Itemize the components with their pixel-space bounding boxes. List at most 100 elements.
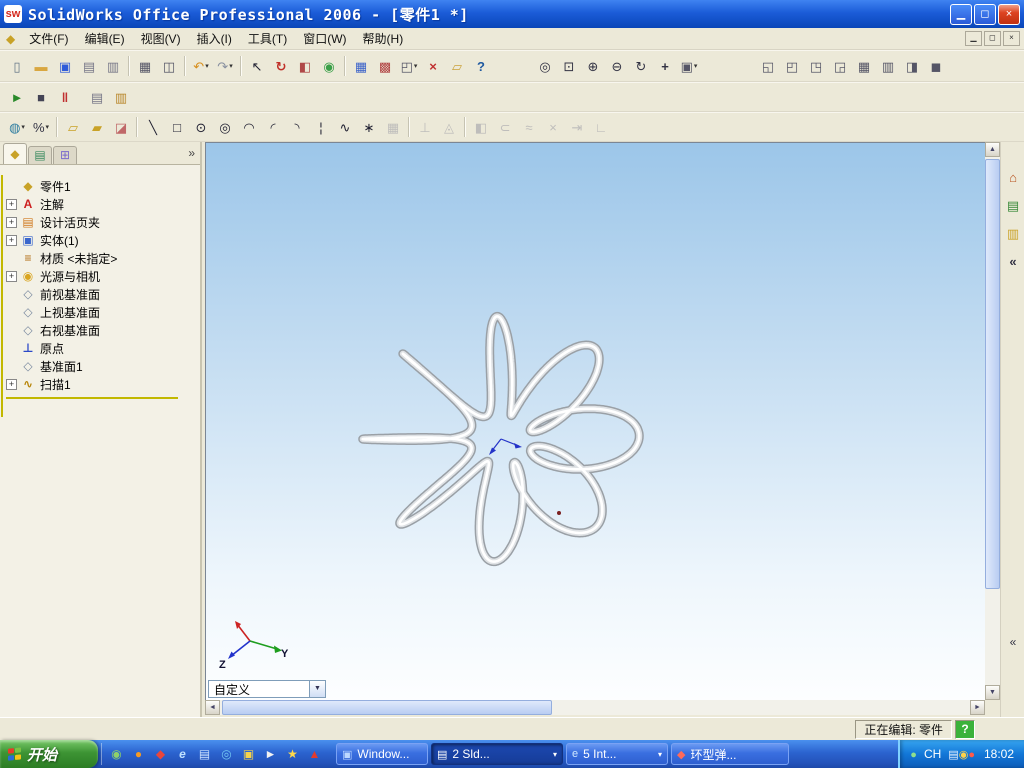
close-all-icon[interactable]: ▥ <box>876 55 900 77</box>
sketch-icon[interactable]: ◍ ▾ <box>5 116 29 138</box>
tray-input-icon[interactable]: ▤ <box>948 749 958 761</box>
tree-expander-icon[interactable]: + <box>6 198 17 210</box>
spline-tool-icon[interactable]: ∿ <box>333 116 357 138</box>
tile-horizontal-icon[interactable]: ◰ <box>780 55 804 77</box>
propertymanager-tab[interactable]: ▤ <box>28 146 52 164</box>
make-drawing-icon[interactable]: ▤ <box>77 55 101 77</box>
taskbar-task[interactable]: ▣ Window... <box>336 743 428 765</box>
smart-dimension-icon[interactable]: % ▾ <box>29 116 53 138</box>
tree-item[interactable]: ⊥ 原点 <box>6 339 198 357</box>
quick-launch-media-icon[interactable]: ● <box>131 746 146 762</box>
save-icon[interactable]: ▣ <box>53 55 77 77</box>
mdi-restore-button[interactable]: ◻ <box>984 31 1001 46</box>
centerpoint-arc-icon[interactable]: ◠ <box>237 116 261 138</box>
bottom-collapse-chevron-icon[interactable]: « <box>1001 635 1024 649</box>
tray-security-icon[interactable]: ● <box>968 749 975 761</box>
quick-launch-messenger-icon[interactable]: ◉ <box>109 746 124 762</box>
three-point-arc-icon[interactable]: ◝ <box>285 116 309 138</box>
scroll-up-button[interactable]: ▲ <box>985 142 1000 157</box>
mdi-minimize-button[interactable]: ▁ <box>965 31 982 46</box>
tray-messenger-icon[interactable]: ● <box>910 749 917 761</box>
selection-filter-icon[interactable]: × <box>421 55 445 77</box>
centerline-icon[interactable]: ¦ <box>309 116 333 138</box>
language-indicator[interactable]: CH <box>924 747 941 761</box>
quick-tips-button[interactable]: ? <box>955 719 975 739</box>
taskbar-task[interactable]: ◆ 环型弹... <box>671 743 789 765</box>
horizontal-scroll-thumb[interactable] <box>222 700 552 715</box>
tree-item[interactable]: + ∿ 扫描1 <box>6 375 198 393</box>
standard-views-icon[interactable]: ▣ ▾ <box>677 55 701 77</box>
fullscreen-icon[interactable]: ◼ <box>924 55 948 77</box>
tree-expander-icon[interactable]: + <box>6 378 17 390</box>
view-selector-dropdown-icon[interactable]: ▼ <box>309 681 325 697</box>
select-icon[interactable]: ↖ <box>245 55 269 77</box>
menu-item-5[interactable]: 工具(T) <box>240 27 295 50</box>
annotation-icon[interactable]: ▱ <box>445 55 469 77</box>
quick-launch-desktop-icon[interactable]: ▤ <box>197 746 212 762</box>
horizontal-scrollbar[interactable]: ◄ ► <box>205 700 985 715</box>
rebuild-icon[interactable]: ↻ <box>269 55 293 77</box>
maximize-button[interactable]: ◻ <box>974 3 996 25</box>
quick-launch-star-icon[interactable]: ★ <box>285 746 300 762</box>
design-library-icon[interactable]: ▤ <box>1003 196 1023 216</box>
undo-icon[interactable]: ↶ ▾ <box>189 55 213 77</box>
menu-item-7[interactable]: 帮助(H) <box>355 27 412 50</box>
zoom-in-out-icon[interactable]: ⊕ <box>581 55 605 77</box>
print-icon[interactable]: ▦ <box>133 55 157 77</box>
task-dropdown-icon[interactable]: ▾ <box>553 750 557 759</box>
menu-item-4[interactable]: 插入(I) <box>189 27 240 50</box>
new-document-icon[interactable]: ▯ <box>5 55 29 77</box>
tree-item[interactable]: ◇ 右视基准面 <box>6 321 198 339</box>
dimension-standard-icon[interactable]: ▩ <box>373 55 397 77</box>
featuremanager-tab[interactable]: ◆ <box>3 143 27 164</box>
scroll-right-button[interactable]: ► <box>970 700 985 715</box>
tree-item[interactable]: + ▤ 设计活页夹 <box>6 213 198 231</box>
zoom-fit-icon[interactable]: ◎ <box>533 55 557 77</box>
vertical-scroll-thumb[interactable] <box>985 159 1000 589</box>
pan-icon[interactable]: + <box>653 55 677 77</box>
menu-item-2[interactable]: 编辑(E) <box>77 27 133 50</box>
tree-expander-icon[interactable]: + <box>6 270 17 282</box>
quick-launch-mail-icon[interactable]: ▣ <box>241 746 256 762</box>
collapse-chevron-icon[interactable]: « <box>1003 252 1023 272</box>
view-selector[interactable]: 自定义 ▼ <box>208 680 326 698</box>
model-canvas[interactable] <box>206 143 985 700</box>
perimeter-circle-icon[interactable]: ◎ <box>213 116 237 138</box>
tree-item[interactable]: ◇ 基准面1 <box>6 357 198 375</box>
tree-item[interactable]: + A 注解 <box>6 195 198 213</box>
taskbar-task[interactable]: ▤ 2 Sld... ▾ <box>431 743 563 765</box>
play-macro-icon[interactable]: ► <box>5 86 29 108</box>
rectangle-tool-icon[interactable]: □ <box>165 116 189 138</box>
rollback-bar[interactable] <box>6 397 178 399</box>
tree-item[interactable]: ◇ 上视基准面 <box>6 303 198 321</box>
tree-expander-icon[interactable]: + <box>6 216 17 228</box>
panel-expand-chevron[interactable]: » <box>188 146 195 160</box>
view-orientation-icon[interactable]: ◰ ▾ <box>397 55 421 77</box>
toolbars-icon[interactable]: ◨ <box>900 55 924 77</box>
new-window-icon[interactable]: ◱ <box>756 55 780 77</box>
grid-icon[interactable]: ▦ <box>349 55 373 77</box>
zoom-area-icon[interactable]: ⊡ <box>557 55 581 77</box>
start-button[interactable]: 开始 <box>0 740 98 768</box>
mdi-close-button[interactable]: × <box>1003 31 1020 46</box>
new-macro-icon[interactable]: ▤ <box>85 86 109 108</box>
open-document-icon[interactable]: ▬ <box>29 55 53 77</box>
vertical-scrollbar[interactable]: ▲ ▼ <box>985 142 1000 700</box>
tree-item[interactable]: ◇ 前视基准面 <box>6 285 198 303</box>
tree-expander-icon[interactable]: + <box>6 234 17 246</box>
rotate-view-icon[interactable]: ↻ <box>629 55 653 77</box>
tree-item[interactable]: + ◉ 光源与相机 <box>6 267 198 285</box>
stop-macro-icon[interactable]: ■ <box>29 86 53 108</box>
quick-launch-ie-icon[interactable]: e <box>175 746 190 762</box>
minimize-button[interactable]: ▁ <box>950 3 972 25</box>
tile-vertical-icon[interactable]: ◳ <box>804 55 828 77</box>
file-explorer-icon[interactable]: ▥ <box>1003 224 1023 244</box>
menu-item-3[interactable]: 视图(V) <box>133 27 189 50</box>
circle-tool-icon[interactable]: ⊙ <box>189 116 213 138</box>
cascade-windows-icon[interactable]: ◲ <box>828 55 852 77</box>
menu-item-1[interactable]: 文件(F) <box>21 27 76 50</box>
edit-macro-icon[interactable]: ▥ <box>109 86 133 108</box>
taskbar-task[interactable]: e 5 Int... ▾ <box>566 743 668 765</box>
menu-item-6[interactable]: 窗口(W) <box>295 27 354 50</box>
pause-macro-icon[interactable]: ‖ <box>53 86 77 108</box>
